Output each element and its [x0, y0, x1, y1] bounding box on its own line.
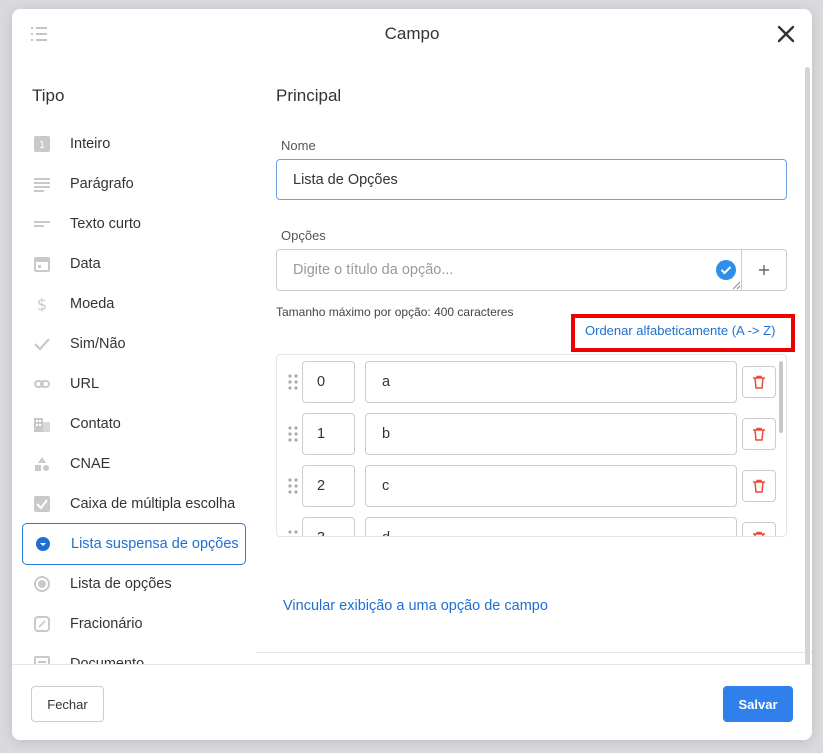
type-title: Tipo [32, 86, 65, 105]
drag-handle-icon[interactable] [287, 373, 299, 391]
add-option-button[interactable] [742, 249, 787, 291]
close-button[interactable]: Fechar [31, 686, 104, 722]
sort-link-highlight [571, 314, 795, 352]
option-order-input[interactable]: 1 [302, 413, 355, 455]
type-item-label: Contato [70, 416, 121, 432]
type-item-label: Texto curto [70, 216, 141, 232]
option-value-input[interactable]: b [365, 413, 737, 455]
options-scrollbar[interactable] [779, 361, 783, 433]
check-icon [34, 336, 50, 352]
type-item-label: Inteiro [70, 136, 111, 152]
type-item-label: URL [70, 376, 100, 392]
check-circle-icon[interactable] [716, 260, 736, 280]
option-row: 0 a [277, 361, 786, 403]
svg-text:$: $ [37, 296, 47, 312]
option-row: 1 b [277, 413, 786, 455]
option-row: 3 d [277, 517, 786, 537]
modal-scrollbar[interactable] [805, 67, 810, 665]
type-item-url[interactable]: URL [22, 364, 246, 404]
type-item-label: Fracionário [70, 616, 143, 632]
options-list: 0 a 1 b 2 c 3 d [276, 354, 787, 537]
number-icon: 1 [34, 136, 50, 152]
type-item-inteiro[interactable]: 1 Inteiro [22, 124, 246, 164]
option-value-input[interactable]: c [365, 465, 737, 507]
type-item-label: Sim/Não [70, 336, 126, 352]
type-item-cnae[interactable]: CNAE [22, 444, 246, 484]
type-item-label: Moeda [70, 296, 115, 312]
options-label: Opções [281, 228, 326, 243]
type-item-contato[interactable]: Contato [22, 404, 246, 444]
option-length-hint: Tamanho máximo por opção: 400 caracteres [276, 305, 514, 319]
type-item-sim-nao[interactable]: Sim/Não [22, 324, 246, 364]
calendar-icon [34, 256, 50, 272]
dollar-icon: $ [34, 296, 50, 312]
modal-footer: Fechar Salvar [12, 664, 812, 740]
option-order-input[interactable]: 2 [302, 465, 355, 507]
main-title: Principal [276, 86, 342, 105]
name-input[interactable] [276, 159, 787, 200]
trash-icon [753, 375, 765, 389]
option-order-input[interactable]: 0 [302, 361, 355, 403]
delete-option-button[interactable] [742, 470, 776, 502]
type-item-texto-curto[interactable]: Texto curto [22, 204, 246, 244]
type-item-data[interactable]: Data [22, 244, 246, 284]
building-icon [34, 416, 50, 432]
link-icon [34, 376, 50, 392]
short-text-icon [34, 216, 50, 232]
main-panel: Principal Nome Opções Digite o título da… [256, 59, 812, 664]
type-item-documento[interactable]: Documento [22, 644, 246, 664]
type-item-label: Lista suspensa de opções [71, 536, 239, 552]
dropdown-circle-icon [35, 536, 51, 552]
type-item-lista-opcoes[interactable]: Lista de opções [22, 564, 246, 604]
delete-option-button[interactable] [742, 522, 776, 536]
delete-option-button[interactable] [742, 366, 776, 398]
svg-text:1: 1 [39, 140, 45, 151]
type-item-lista-suspensa[interactable]: Lista suspensa de opções [22, 523, 246, 565]
option-title-input[interactable]: Digite o título da opção... [276, 249, 742, 291]
type-item-fracionario[interactable]: Fracionário [22, 604, 246, 644]
delete-option-button[interactable] [742, 418, 776, 450]
trash-icon [753, 531, 765, 536]
drag-handle-icon[interactable] [287, 477, 299, 495]
type-item-label: CNAE [70, 456, 111, 472]
type-item-label: Documento [70, 656, 145, 664]
shapes-icon [34, 456, 50, 472]
option-title-placeholder: Digite o título da opção... [293, 262, 454, 278]
radio-icon [34, 576, 50, 592]
trash-icon [753, 427, 765, 441]
close-icon[interactable] [774, 22, 798, 46]
type-item-caixa-multipla[interactable]: Caixa de múltipla escolha [22, 484, 246, 524]
modal-title: Campo [384, 24, 440, 43]
field-modal: Campo Tipo 1 Inteiro Parágrafo Texto cur… [12, 9, 812, 740]
option-value-input[interactable]: d [365, 517, 737, 536]
link-field-option[interactable]: Vincular exibição a uma opção de campo [283, 598, 548, 614]
type-panel: Tipo 1 Inteiro Parágrafo Texto curto Dat… [12, 59, 256, 664]
option-row: 2 c [277, 465, 786, 507]
document-icon [34, 656, 50, 664]
type-item-label: Parágrafo [70, 176, 134, 192]
type-item-label: Caixa de múltipla escolha [70, 496, 236, 512]
paragraph-icon [34, 176, 50, 192]
type-item-label: Data [70, 256, 101, 272]
plus-icon [759, 265, 769, 275]
divider [256, 652, 812, 653]
type-item-moeda[interactable]: $ Moeda [22, 284, 246, 324]
option-value-input[interactable]: a [365, 361, 737, 403]
trash-icon [753, 479, 765, 493]
fraction-icon [34, 616, 50, 632]
type-item-paragrafo[interactable]: Parágrafo [22, 164, 246, 204]
drag-handle-icon[interactable] [287, 529, 299, 537]
modal-header: Campo [12, 9, 812, 59]
resize-grip-icon[interactable] [732, 281, 740, 289]
drag-handle-icon[interactable] [287, 425, 299, 443]
name-label: Nome [281, 138, 316, 153]
save-button[interactable]: Salvar [723, 686, 793, 722]
option-order-input[interactable]: 3 [302, 517, 355, 536]
type-list: 1 Inteiro Parágrafo Texto curto Data $ M… [22, 124, 246, 664]
checkbox-icon [34, 496, 50, 512]
type-item-label: Lista de opções [70, 576, 172, 592]
